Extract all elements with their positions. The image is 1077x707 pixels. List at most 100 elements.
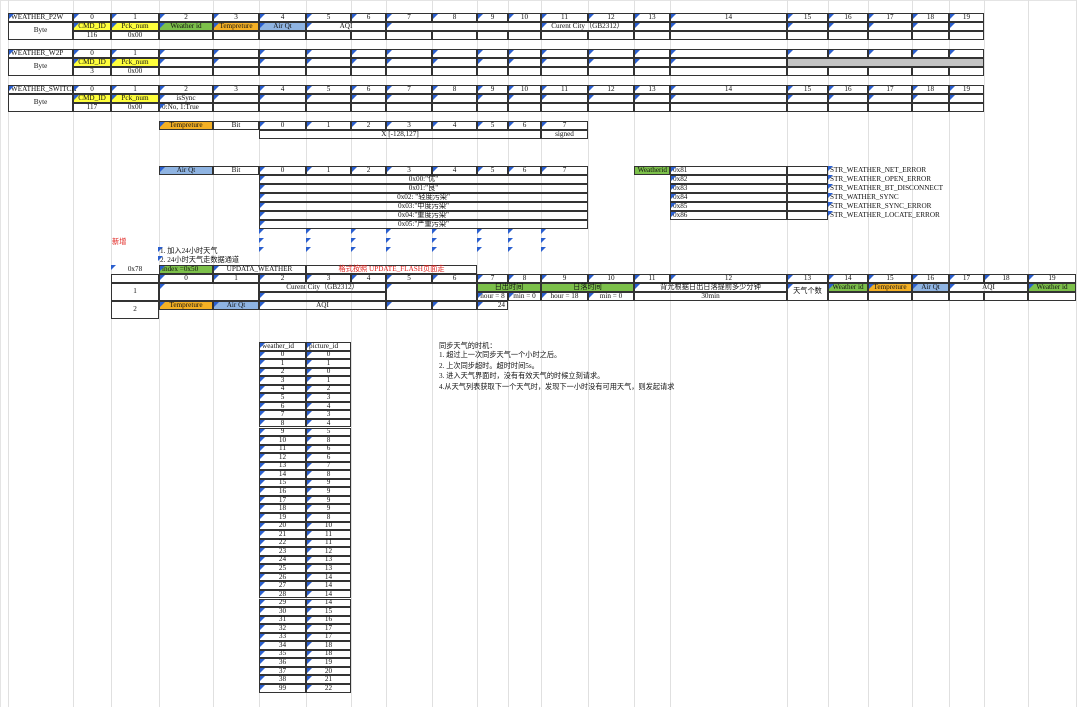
weather-id-value[interactable]: 36 bbox=[259, 658, 306, 667]
cmd-id-cell[interactable]: CMD_ID bbox=[73, 94, 111, 103]
weather-id-value[interactable]: 0 bbox=[259, 350, 306, 360]
byte-header[interactable]: 10 bbox=[588, 274, 634, 283]
byte-header[interactable]: 3 bbox=[213, 85, 259, 94]
byte-header[interactable]: 18 bbox=[912, 13, 949, 22]
empty-cell[interactable] bbox=[670, 31, 787, 40]
empty-cell[interactable] bbox=[386, 49, 432, 58]
empty-cell[interactable] bbox=[213, 49, 259, 58]
byte-header[interactable]: 1 bbox=[111, 13, 159, 22]
cmd-value[interactable]: 116 bbox=[73, 31, 111, 40]
empty-cell[interactable] bbox=[432, 301, 477, 310]
bit-header[interactable]: 4 bbox=[432, 166, 477, 175]
empty-cell[interactable] bbox=[386, 103, 432, 112]
empty-cell[interactable] bbox=[386, 22, 541, 31]
empty-cell[interactable] bbox=[541, 103, 588, 112]
weather-id-value[interactable]: 9 bbox=[259, 427, 306, 437]
byte-header[interactable]: 9 bbox=[541, 274, 588, 283]
empty-cell[interactable] bbox=[111, 274, 159, 283]
empty-cell[interactable] bbox=[508, 103, 541, 112]
empty-cell[interactable] bbox=[432, 31, 477, 40]
empty-cell[interactable] bbox=[634, 67, 670, 76]
byte-header[interactable]: 2 bbox=[259, 274, 306, 283]
empty-cell[interactable] bbox=[213, 58, 259, 67]
weather-id-cell[interactable]: Weather id bbox=[828, 283, 868, 292]
empty-cell[interactable] bbox=[432, 49, 477, 58]
empty-cell[interactable] bbox=[351, 67, 386, 76]
byte-header[interactable]: 0 bbox=[73, 13, 111, 22]
table-name-switch[interactable]: WEATHER_SWITCH bbox=[8, 85, 76, 94]
empty-cell[interactable] bbox=[306, 94, 351, 103]
byte-header[interactable]: 7 bbox=[386, 85, 432, 94]
pck-value[interactable]: 0x00 bbox=[111, 31, 159, 40]
is-sync-cell[interactable]: isSync bbox=[159, 94, 213, 103]
byte-header[interactable]: 16 bbox=[828, 13, 868, 22]
update-note[interactable]: 1. 加入24小时天气 bbox=[158, 247, 308, 256]
empty-cell[interactable] bbox=[670, 49, 787, 58]
empty-cell[interactable] bbox=[432, 94, 477, 103]
empty-cell[interactable] bbox=[159, 58, 213, 67]
byte-header[interactable]: 13 bbox=[634, 13, 670, 22]
empty-cell[interactable] bbox=[541, 31, 588, 40]
index-label-switch[interactable]: Byte bbox=[8, 94, 73, 112]
empty-cell[interactable] bbox=[588, 31, 634, 40]
table-name-p2w[interactable]: WEATHER_P2W bbox=[8, 13, 73, 22]
row-index[interactable]: 1 bbox=[111, 283, 159, 301]
empty-cell[interactable] bbox=[787, 49, 828, 58]
byte-header[interactable]: 17 bbox=[949, 274, 984, 283]
byte-header[interactable]: 9 bbox=[477, 13, 508, 22]
empty-cell[interactable] bbox=[259, 103, 306, 112]
index-label-update[interactable]: index =0x50 bbox=[159, 265, 213, 274]
picture-id-value[interactable]: 14 bbox=[306, 581, 351, 590]
temp-bits-label[interactable]: Tempreture bbox=[159, 121, 213, 130]
byte-header[interactable]: 12 bbox=[670, 274, 787, 283]
empty-cell[interactable] bbox=[868, 31, 912, 40]
aqi-cell[interactable]: AQI bbox=[949, 283, 1028, 292]
count-cell[interactable]: 天气个数 bbox=[787, 283, 828, 301]
hour-cell[interactable]: hour = 8 bbox=[477, 292, 508, 301]
empty-cell[interactable] bbox=[306, 67, 351, 76]
weather-id-value[interactable]: 13 bbox=[259, 461, 306, 471]
empty-cell[interactable] bbox=[306, 31, 351, 40]
byte-header[interactable]: 6 bbox=[432, 274, 477, 283]
empty-cell[interactable] bbox=[868, 49, 912, 58]
empty-cell[interactable] bbox=[259, 94, 306, 103]
byte-header[interactable]: 15 bbox=[868, 274, 912, 283]
bit-header[interactable]: 3 bbox=[386, 166, 432, 175]
air-qt-cell[interactable]: Air Qt bbox=[912, 283, 949, 292]
empty-cell[interactable] bbox=[912, 103, 949, 112]
error-name[interactable]: STR_WEATHER_OPEN_ERROR bbox=[828, 175, 984, 184]
sync-value[interactable]: 0:No, 1:True bbox=[159, 103, 213, 112]
empty-cell[interactable] bbox=[588, 94, 634, 103]
empty-cell[interactable] bbox=[351, 103, 386, 112]
byte-header[interactable]: 14 bbox=[670, 13, 787, 22]
byte-header[interactable]: 0 bbox=[73, 49, 111, 58]
picture-id-value[interactable]: 13 bbox=[306, 555, 351, 565]
empty-cell[interactable] bbox=[787, 184, 828, 193]
byte-header[interactable]: 5 bbox=[306, 13, 351, 22]
byte-header[interactable]: 0 bbox=[159, 274, 213, 283]
empty-cell[interactable] bbox=[259, 67, 306, 76]
byte-header[interactable]: 17 bbox=[868, 13, 912, 22]
empty-cell[interactable] bbox=[588, 67, 634, 76]
weather-id-value[interactable]: 18 bbox=[259, 504, 306, 513]
new-label[interactable]: 新增 bbox=[110, 238, 156, 247]
air-value-row[interactable]: 0x05:"严重污染" bbox=[259, 220, 588, 229]
byte-header[interactable]: 8 bbox=[432, 13, 477, 22]
weather-id-value[interactable]: 4 bbox=[259, 384, 306, 394]
air-bits-label[interactable]: Air Qt bbox=[159, 166, 213, 175]
byte-header[interactable]: 2 bbox=[159, 85, 213, 94]
byte-header[interactable]: 2 bbox=[159, 13, 213, 22]
empty-cell[interactable] bbox=[432, 67, 477, 76]
index-label-w2p[interactable]: Byte bbox=[8, 58, 73, 76]
empty-cell[interactable] bbox=[351, 31, 386, 40]
picture-id-value[interactable]: 17 bbox=[306, 632, 351, 642]
picture-id-value[interactable]: 21 bbox=[306, 675, 351, 684]
picture-id-value[interactable]: 9 bbox=[306, 504, 351, 513]
empty-cell[interactable] bbox=[588, 103, 634, 112]
format-note[interactable]: 格式按照 UPDATE_FLASH页面走 bbox=[306, 265, 477, 274]
empty-cell[interactable] bbox=[159, 49, 213, 58]
gray-cell[interactable] bbox=[787, 58, 984, 67]
byte-header[interactable]: 0 bbox=[73, 85, 111, 94]
sunset-cell[interactable]: 日落时间 bbox=[541, 283, 634, 292]
error-code[interactable]: 0x83 bbox=[670, 184, 787, 193]
